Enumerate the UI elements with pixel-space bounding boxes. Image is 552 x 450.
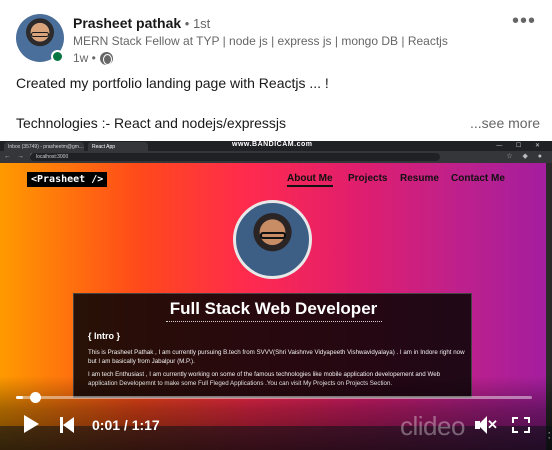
author-headline: MERN Stack Fellow at TYP | node js | exp… [73, 34, 448, 48]
profile-photo [233, 200, 312, 279]
video-player[interactable]: Inbox (35749) - prasheetm@gm… React App … [0, 141, 552, 450]
post-text-line: Technologies :- React and nodejs/express… [16, 115, 287, 131]
site-nav-projects: Projects [348, 173, 388, 184]
author-name[interactable]: Prasheet pathak [73, 15, 181, 31]
site-nav-resume: Resume [400, 173, 439, 184]
browser-extension-icon: ☆ ◆ ● [506, 153, 546, 160]
video-scrubber[interactable] [16, 392, 532, 403]
post-age: 1w • [73, 51, 96, 65]
volume-muted-icon[interactable]: ✕ [475, 416, 498, 434]
site-nav-about: About Me [287, 173, 333, 187]
clideo-watermark: clideo [400, 411, 465, 441]
see-more-link[interactable]: ...see more [470, 115, 540, 131]
player-controls-overlay [0, 376, 552, 450]
online-status-indicator [51, 50, 64, 63]
bandicam-watermark: www.BANDICAM.com [232, 141, 313, 148]
recorded-tab: React App [88, 142, 148, 151]
window-controls-icon: — ☐ ✕ [496, 143, 546, 149]
more-options-button[interactable]: ••• [512, 11, 536, 31]
card-title: Full Stack Web Developer [169, 299, 378, 318]
post-meta: 1w • [73, 51, 113, 65]
connection-degree: • 1st [181, 16, 211, 31]
post-header: Prasheet pathak • 1st MERN Stack Fellow … [0, 0, 552, 68]
intro-heading: { Intro } [88, 331, 121, 341]
site-logo: <Prasheet /> [27, 172, 108, 187]
skip-back-icon[interactable] [60, 417, 74, 433]
intro-paragraph: This is Prasheet Pathak , I am currently… [88, 349, 465, 365]
scrubber-progress [16, 396, 23, 399]
recorded-tab: Inbox (35749) - prasheetm@gm… [4, 142, 84, 151]
avatar-glasses [31, 32, 49, 37]
recorded-tray-clock: ▪ ▪ [548, 430, 550, 440]
recorded-browser-tabbar: Inbox (35749) - prasheetm@gm… React App … [0, 141, 552, 151]
card-title-underline [166, 321, 382, 322]
post-text-line: Created my portfolio landing page with R… [16, 75, 329, 91]
site-nav-contact: Contact Me [451, 173, 505, 184]
profile-glasses [260, 232, 286, 239]
recorded-url: localhost:3000 [30, 153, 440, 161]
author-line: Prasheet pathak • 1st [73, 15, 210, 31]
play-icon[interactable] [24, 415, 39, 433]
playback-time: 0:01 / 1:17 [92, 417, 160, 433]
fullscreen-icon[interactable] [512, 417, 530, 433]
globe-icon [99, 51, 113, 65]
recorded-address-bar: ← → ⟳ localhost:3000 ☆ ◆ ● [0, 151, 552, 163]
